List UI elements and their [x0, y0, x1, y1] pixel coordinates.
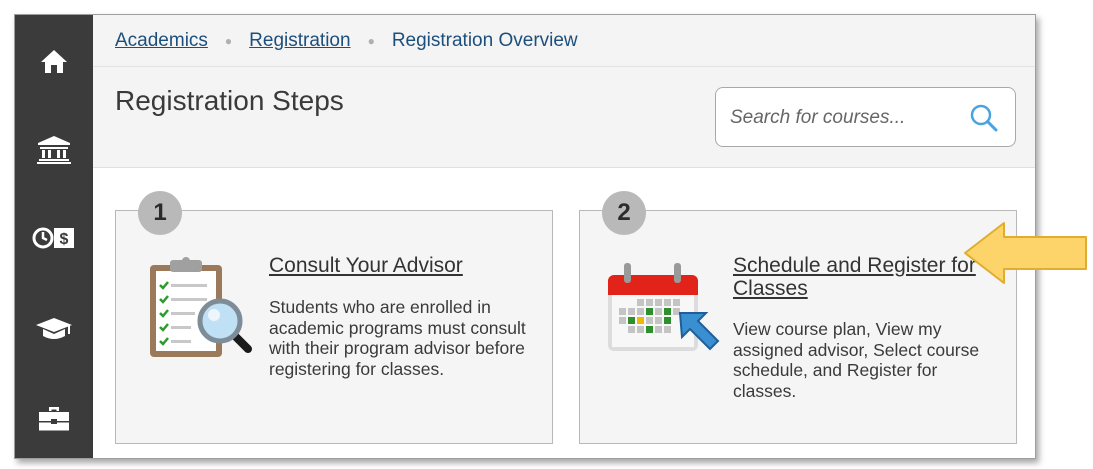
- sidebar-item-home[interactable]: [15, 31, 93, 91]
- app-window: $ Academics ● Registration ● Registratio…: [14, 14, 1036, 459]
- step-description: View course plan, View my assigned advis…: [733, 319, 980, 401]
- institution-icon: [37, 136, 71, 164]
- step-card-2: 2 Schedule and Register for Classes View…: [579, 191, 1017, 444]
- step-card-1: 1 Consult Your Advisor Students who are …: [115, 191, 553, 444]
- graduation-cap-icon: [36, 318, 72, 339]
- breadcrumb-registration-link[interactable]: Registration: [249, 30, 350, 52]
- sidebar-item-career[interactable]: [15, 388, 93, 448]
- breadcrumb-separator: ●: [367, 34, 375, 48]
- main-content: Academics ● Registration ● Registration …: [93, 15, 1035, 458]
- clipboard-magnifier-icon: [150, 257, 252, 357]
- page-title: Registration Steps: [115, 85, 344, 116]
- briefcase-icon: [39, 407, 69, 431]
- schedule-register-link[interactable]: Schedule and Register for Classes: [733, 254, 983, 300]
- breadcrumb: Academics ● Registration ● Registration …: [115, 29, 578, 53]
- step-number-badge: 2: [602, 191, 646, 235]
- breadcrumb-current: Registration Overview: [391, 30, 578, 51]
- step-number-badge: 1: [138, 191, 182, 235]
- sidebar-item-finance[interactable]: $: [15, 208, 93, 268]
- search-box: [715, 87, 1016, 147]
- pointer-arrow-icon: [964, 222, 1087, 284]
- header-divider: [93, 66, 1035, 67]
- sidebar: $: [15, 15, 93, 458]
- breadcrumb-academics-link[interactable]: Academics: [115, 30, 208, 52]
- step-description: Students who are enrolled in academic pr…: [269, 297, 526, 379]
- calendar-cursor-icon: [608, 263, 720, 351]
- svg-text:$: $: [60, 231, 69, 248]
- home-icon: [41, 50, 67, 73]
- finance-icon: $: [32, 227, 74, 249]
- consult-advisor-link[interactable]: Consult Your Advisor: [269, 254, 463, 277]
- breadcrumb-separator: ●: [224, 34, 233, 48]
- search-icon[interactable]: [969, 103, 999, 133]
- sidebar-item-institution[interactable]: [15, 119, 93, 179]
- sidebar-item-academics[interactable]: [15, 298, 93, 358]
- search-input[interactable]: [730, 103, 950, 133]
